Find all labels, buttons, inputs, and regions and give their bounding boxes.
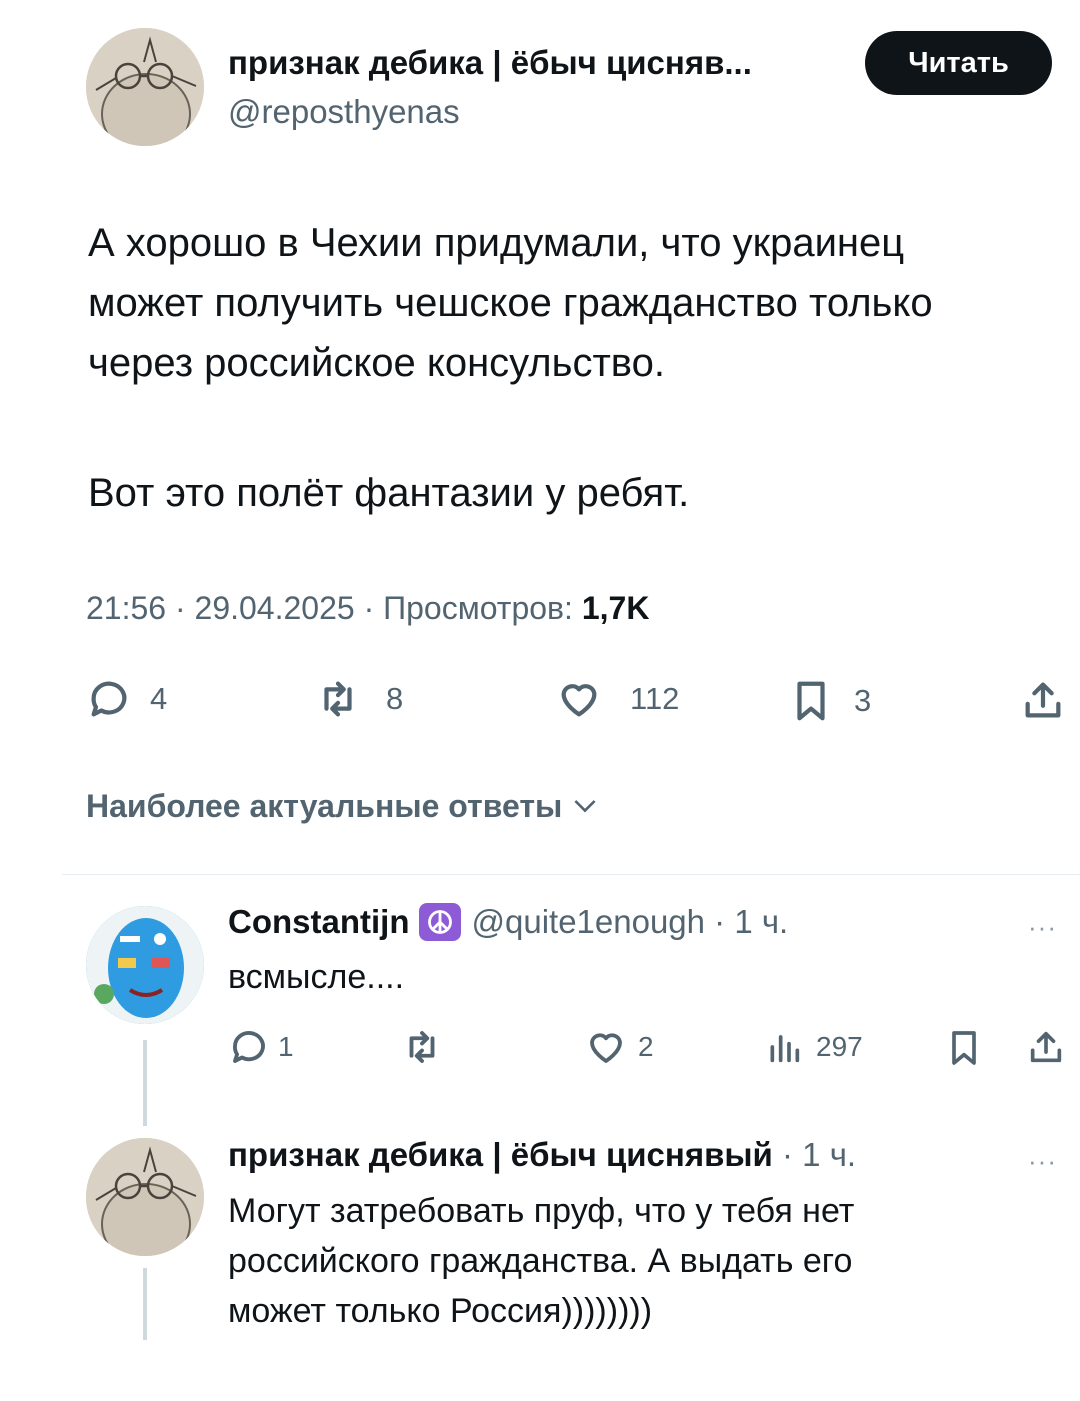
reply-count: 1 <box>278 1031 294 1062</box>
tweet-text-line: А хорошо в Чехии придумали, что украинец <box>88 221 905 265</box>
bookmark-icon <box>952 1031 976 1065</box>
tweet-text-line: через российское консульство. <box>88 341 665 385</box>
reply-text-line: Могут затребовать пруф, что у тебя нет <box>228 1192 855 1230</box>
author-avatar[interactable] <box>86 28 204 146</box>
thread-connector <box>143 1040 147 1126</box>
views-label: Просмотров: <box>383 590 573 626</box>
more-options-icon[interactable]: ··· <box>1028 912 1057 943</box>
author-name[interactable]: признак дебика | ёбыч цисняв... <box>228 44 752 82</box>
follow-button[interactable]: Читать <box>865 31 1052 95</box>
more-options-icon[interactable]: ··· <box>1028 1146 1057 1177</box>
reply-text: всмысле.... <box>228 958 405 996</box>
reply-handle-time[interactable]: @quite1enough · 1 ч. <box>471 903 788 941</box>
share-button[interactable] <box>1020 676 1066 724</box>
heart-icon <box>590 1033 622 1063</box>
heart-icon <box>561 684 597 717</box>
author-handle[interactable]: @reposthyenas <box>228 93 460 131</box>
reply-author-name[interactable]: Constantijn <box>228 903 409 941</box>
bookmark-button[interactable]: 3 <box>788 676 871 726</box>
meta-separator: · <box>363 590 375 626</box>
repost-icon <box>409 1031 435 1063</box>
like-button[interactable]: 2 <box>584 1026 654 1068</box>
reply-avatar[interactable] <box>86 1138 204 1256</box>
share-button[interactable] <box>1026 1026 1066 1068</box>
replies-sort-dropdown[interactable]: Наиболее актуальные ответы <box>86 788 600 825</box>
analytics-icon <box>770 1035 800 1063</box>
reply-button[interactable]: 1 <box>228 1026 294 1068</box>
tweet-date[interactable]: 29.04.2025 <box>195 590 355 626</box>
reply-header: Constantijn @quite1enough · 1 ч. <box>228 903 788 941</box>
views-button[interactable]: 297 <box>764 1026 863 1068</box>
meta-separator: · <box>174 590 186 626</box>
comment-icon <box>91 681 127 717</box>
share-icon <box>1025 682 1061 718</box>
tweet-text-line: Вот это полёт фантазии у ребят. <box>88 471 690 515</box>
reply-time[interactable]: · 1 ч. <box>782 1136 856 1173</box>
reply-text-line: может только Россия)))))))) <box>228 1292 653 1330</box>
reply-button[interactable]: 4 <box>86 676 167 722</box>
peace-icon <box>419 903 462 941</box>
like-count: 2 <box>638 1031 654 1062</box>
share-icon <box>1030 1031 1062 1063</box>
chevron-down-icon <box>574 799 596 812</box>
reply-avatar[interactable] <box>86 906 204 1024</box>
divider <box>62 874 1080 875</box>
replies-sort-label: Наиболее актуальные ответы <box>86 788 563 824</box>
repost-button[interactable]: 8 <box>314 676 403 722</box>
tweet-time[interactable]: 21:56 <box>86 590 166 626</box>
like-count: 112 <box>630 681 680 716</box>
repost-button[interactable] <box>400 1026 444 1068</box>
reply-count: 4 <box>150 681 168 716</box>
tweet-meta: 21:56 · 29.04.2025 · Просмотров: 1,7K <box>86 590 649 627</box>
bookmark-count: 3 <box>854 683 872 718</box>
tweet-text-line: может получить чешское гражданство тольк… <box>88 281 933 325</box>
repost-icon <box>324 681 352 717</box>
reply-header: признак дебика | ёбыч цисня­вый · 1 ч. <box>228 1136 856 1174</box>
comment-icon <box>233 1031 265 1063</box>
views-count: 1,7K <box>581 590 650 626</box>
bookmark-button[interactable] <box>944 1026 984 1070</box>
bookmark-icon <box>797 681 825 721</box>
reply-author-name[interactable]: признак дебика | ёбыч цисня­вый <box>228 1136 773 1173</box>
views-count: 297 <box>816 1031 863 1062</box>
repost-count: 8 <box>386 681 404 716</box>
reply-text-line: российского гражданства. А выдать его <box>228 1242 853 1280</box>
like-button[interactable]: 112 <box>554 676 679 722</box>
thread-connector <box>143 1268 147 1340</box>
